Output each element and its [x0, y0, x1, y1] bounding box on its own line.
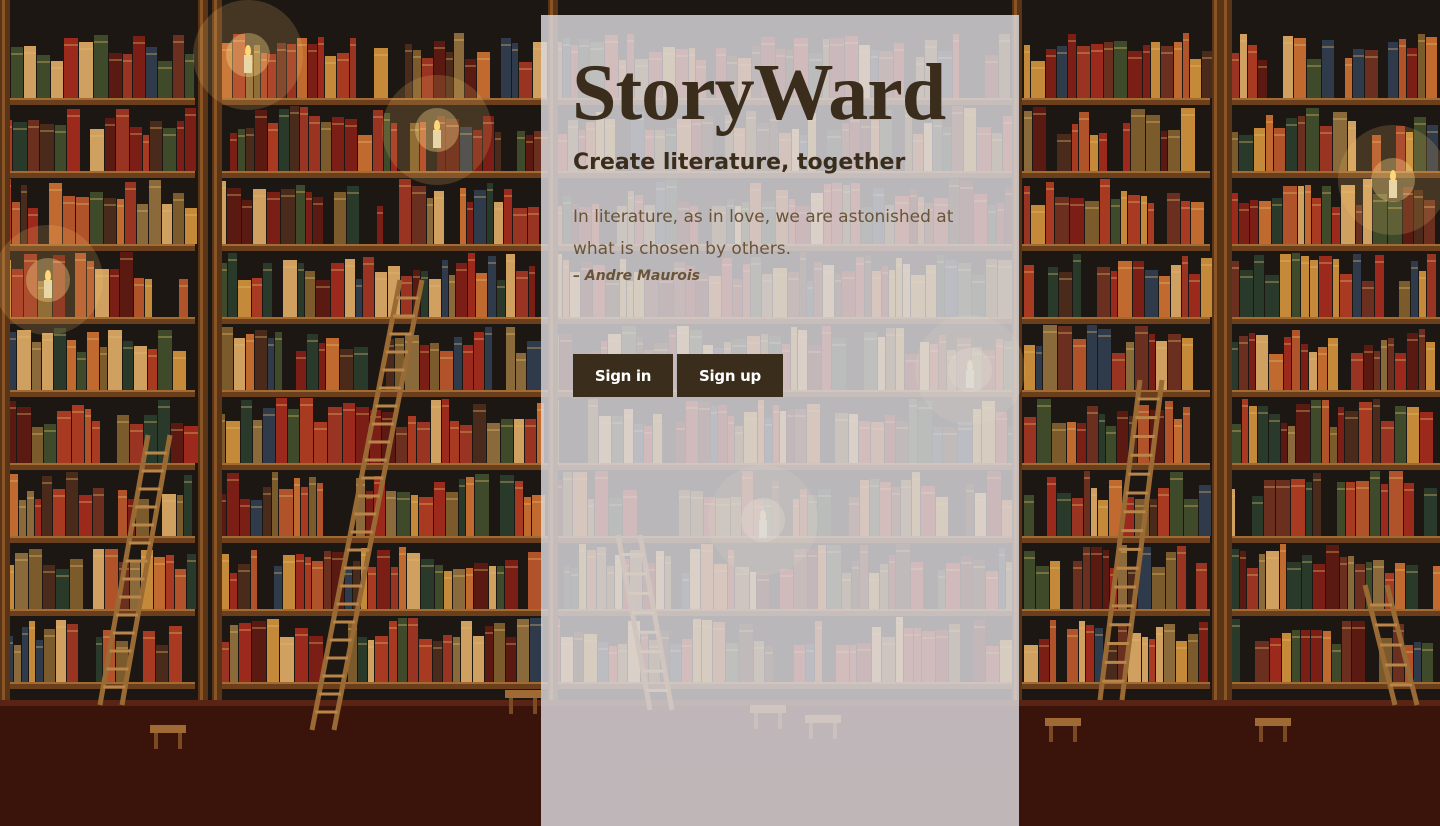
- tagline: Create literature, together: [573, 150, 906, 175]
- quote-text: In literature, as in love, we are astoni…: [573, 207, 954, 259]
- sign-up-button[interactable]: Sign up: [677, 354, 783, 397]
- welcome-panel: StoryWard Create literature, together In…: [541, 15, 1019, 826]
- brand-logo-title: StoryWard: [572, 49, 946, 137]
- sign-in-button[interactable]: Sign in: [573, 354, 673, 397]
- quote-author: – Andre Maurois: [573, 268, 700, 284]
